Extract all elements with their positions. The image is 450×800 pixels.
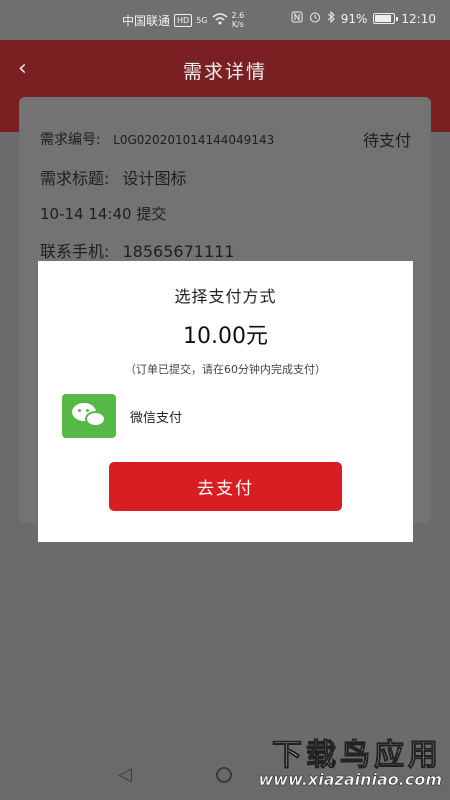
- wechat-icon: [62, 394, 116, 438]
- go-pay-button[interactable]: 去支付: [109, 462, 342, 511]
- alarm-icon: [309, 11, 321, 26]
- page-title: 需求详情: [182, 61, 267, 83]
- payment-amount: 10.00元: [183, 324, 268, 349]
- number-row: 需求编号: L0G020201014144049143: [40, 129, 274, 149]
- status-bar: 中国联通 HD 5G 2.6 K/s 91% 12:10: [0, 0, 450, 40]
- wifi-icon: [212, 12, 228, 28]
- network-gen: 5G: [196, 15, 208, 25]
- wechat-pay-label: 微信支付: [130, 410, 183, 426]
- watermark-title: 下载鸟应用: [272, 738, 442, 774]
- status-left: 中国联通 HD 5G 2.6 K/s: [122, 11, 244, 29]
- phone-value: 18565671111: [122, 242, 235, 261]
- payment-hint: （订单已提交，请在60分钟内完成支付）: [125, 363, 326, 376]
- network-speed: 2.6 K/s: [232, 11, 245, 29]
- modal-title: 选择支付方式: [174, 287, 277, 306]
- title-value: 设计图标: [122, 169, 187, 188]
- hd-badge: HD: [174, 13, 193, 27]
- submitted-time: 10-14 14:40 提交: [40, 205, 167, 223]
- clock: 12:10: [401, 11, 436, 26]
- carrier-label: 中国联通: [122, 13, 171, 28]
- battery-percent: 91%: [340, 11, 368, 26]
- nfc-icon: [291, 11, 303, 26]
- status-badge: 待支付: [362, 131, 411, 150]
- phone-row: 联系手机: 18565671111: [40, 238, 234, 262]
- nav-back-icon[interactable]: ◁: [118, 764, 132, 785]
- battery-icon: [373, 13, 399, 24]
- phone-label: 联系手机:: [40, 242, 110, 261]
- watermark: 下载鸟应用 www.xiazainiao.com: [228, 730, 450, 800]
- wechat-pay-option[interactable]: 微信支付: [62, 393, 392, 439]
- title-label: 需求标题:: [40, 169, 110, 188]
- title-row: 需求标题: 设计图标: [40, 165, 187, 189]
- speed-value: 2.6: [231, 11, 245, 20]
- wechat-bubble-small: [85, 411, 106, 427]
- number-label: 需求编号:: [40, 132, 101, 148]
- number-value: L0G020201014144049143: [113, 133, 275, 147]
- payment-modal: 选择支付方式 10.00元 （订单已提交，请在60分钟内完成支付） 微信支付 去…: [38, 261, 413, 542]
- bluetooth-icon: [327, 10, 335, 26]
- speed-unit: K/s: [231, 20, 244, 29]
- status-right: 91% 12:10: [291, 10, 436, 26]
- watermark-url: www.xiazainiao.com: [258, 770, 442, 790]
